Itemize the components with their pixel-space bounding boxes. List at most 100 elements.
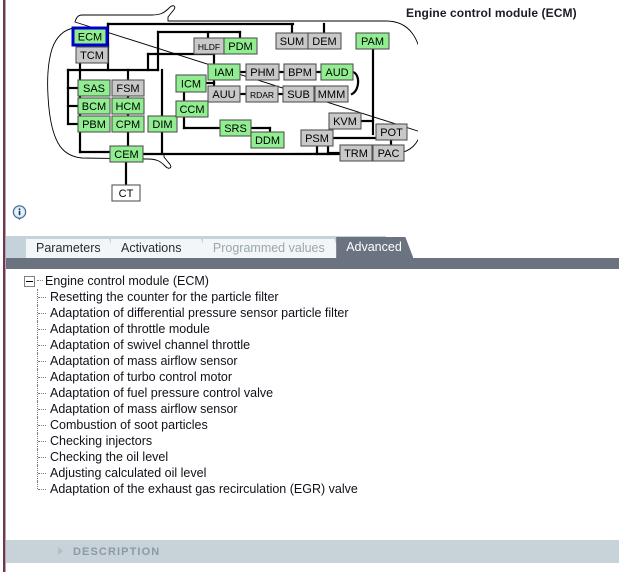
tab-parameters[interactable]: Parameters — [26, 239, 117, 258]
diagram-node-label: AUD — [325, 67, 348, 79]
diagram-node-label: CT — [119, 188, 134, 200]
diagram-node-fsm[interactable]: FSM — [111, 79, 145, 97]
tree-item-label: Adaptation of mass airflow sensor — [50, 402, 238, 416]
diagram-node-label: PSM — [305, 133, 329, 145]
diagram-node-label: DEM — [312, 36, 336, 48]
tree-item-label: Adaptation of differential pressure sens… — [50, 306, 349, 320]
diagram-nodes: ECM TCM SAS FSM BCM HCM PBM CPM DIM CEM CT HLDF PDM S… — [71, 26, 408, 202]
diagram-node-hcm[interactable]: HCM — [111, 97, 145, 115]
diagram-node-phm[interactable]: PHM — [245, 63, 280, 81]
diagram-node-pac[interactable]: PAC — [372, 144, 405, 162]
tab-bar: Parameters Activations Programmed values Ad… — [6, 236, 619, 258]
diagram-node-label: PHM — [250, 67, 274, 79]
diagram-node-label: HCM — [115, 101, 140, 113]
diagram-node-label: DIM — [152, 119, 172, 131]
diagram-node-aud[interactable]: AUD — [320, 63, 354, 81]
page-title: Engine control module (ECM) — [406, 6, 577, 20]
diagram-node-icm[interactable]: ICM — [175, 74, 207, 93]
tree-item[interactable]: Adaptation of the exhaust gas recirculat… — [34, 481, 594, 497]
diagram-node-label: TCM — [80, 50, 104, 62]
info-icon[interactable] — [11, 205, 28, 223]
diagram-node-pdm[interactable]: PDM — [223, 37, 258, 55]
tree-item[interactable]: Resetting the counter for the particle f… — [34, 289, 594, 305]
diagram-node-label: PDM — [228, 41, 252, 53]
tree-item-label: Checking the oil level — [50, 450, 169, 464]
tree-item-label: Adaptation of fuel pressure control valv… — [50, 386, 274, 400]
diagram-node-label: TRM — [344, 148, 368, 160]
diagram-node-label: SAS — [83, 83, 105, 95]
tree-item-label: Adaptation of turbo control motor — [50, 370, 233, 384]
diagram-node-ccm[interactable]: CCM — [175, 100, 209, 118]
diagram-node-cpm[interactable]: CPM — [111, 115, 145, 133]
diagram-node-ct[interactable]: CT — [111, 184, 141, 202]
diagram-node-auu[interactable]: AUU — [207, 85, 241, 103]
diagram-node-label: CCM — [179, 104, 204, 116]
diagram-node-dem[interactable]: DEM — [307, 32, 342, 50]
diagram-node-pam[interactable]: PAM — [355, 32, 390, 50]
diagram-node-srs[interactable]: SRS — [219, 119, 252, 137]
tree-item[interactable]: Checking the oil level — [34, 449, 594, 465]
tree-item[interactable]: Combustion of soot particles — [34, 417, 594, 433]
tree-item-label: Checking injectors — [50, 434, 153, 448]
tab-activations[interactable]: Activations — [111, 239, 209, 258]
tree-item[interactable]: Adaptation of throttle module — [34, 321, 594, 337]
diagram-node-pbm[interactable]: PBM — [77, 115, 111, 133]
diagram-node-label: CPM — [116, 119, 140, 131]
diagram-node-ddm[interactable]: DDM — [250, 131, 285, 149]
diagram-node-dim[interactable]: DIM — [147, 115, 178, 133]
tree-item[interactable]: Adjusting calculated oil level — [34, 465, 594, 481]
expand-arrow-icon[interactable] — [58, 547, 65, 556]
diagram-node-label: IAM — [214, 67, 234, 79]
diagram-node-iam[interactable]: IAM — [207, 63, 241, 81]
tree-item[interactable]: Adaptation of fuel pressure control valv… — [34, 385, 594, 401]
diagram-node-label: PAM — [361, 36, 384, 48]
diagram-node-ecm[interactable]: ECM — [71, 26, 109, 47]
tree-item[interactable]: Adaptation of differential pressure sens… — [34, 305, 594, 321]
diagram-node-rdar[interactable]: RDAR — [245, 85, 279, 103]
tree-root-row[interactable]: Engine control module (ECM) — [24, 273, 209, 289]
diagram-node-sum[interactable]: SUM — [275, 32, 309, 50]
diagram-node-cem[interactable]: CEM — [109, 145, 144, 163]
description-section-header[interactable]: DESCRIPTION — [6, 540, 619, 563]
diagram-node-label: PBM — [82, 119, 106, 131]
tab-programmed-values[interactable]: Programmed values — [203, 239, 342, 258]
diagram-node-label: FSM — [116, 83, 139, 95]
diagram-node-label: BCM — [82, 101, 106, 113]
tree-collapse-toggle-icon[interactable] — [24, 275, 35, 287]
tree-item[interactable]: Checking injectors — [34, 433, 594, 449]
tree-item[interactable]: Adaptation of mass airflow sensor — [34, 401, 594, 417]
tree-item[interactable]: Adaptation of turbo control motor — [34, 369, 594, 385]
tree-item[interactable]: Adaptation of swivel channel throttle — [34, 337, 594, 353]
tree-children-list: Resetting the counter for the particle f… — [34, 289, 594, 497]
diagram-node-pot[interactable]: POT — [375, 123, 408, 141]
diagram-node-label: HLDF — [198, 42, 220, 52]
tree-root-label: Engine control module (ECM) — [45, 274, 209, 288]
description-label: DESCRIPTION — [73, 545, 161, 558]
tree-item-label: Adaptation of swivel channel throttle — [50, 338, 251, 352]
diagram-node-label: RDAR — [250, 90, 274, 100]
diagram-node-label: ECM — [78, 32, 102, 44]
tree-item-label: Adjusting calculated oil level — [50, 466, 207, 480]
tab-advanced[interactable]: Advanced — [336, 237, 413, 258]
diagram-node-tcm[interactable]: TCM — [75, 46, 109, 64]
vehicle-network-diagram[interactable]: ECM TCM SAS FSM BCM HCM PBM CPM DIM CEM CT HLDF PDM S… — [18, 4, 418, 209]
diagram-node-psm[interactable]: PSM — [300, 129, 334, 147]
diagram-node-mmm[interactable]: MMM — [314, 85, 349, 103]
diagram-node-label: BPM — [288, 67, 312, 79]
tree-item-label: Resetting the counter for the particle f… — [50, 290, 279, 304]
diagram-node-label: KVM — [333, 116, 357, 128]
diagram-node-sas[interactable]: SAS — [77, 79, 111, 97]
diagram-node-sub[interactable]: SUB — [282, 85, 315, 103]
tree-item-label: Adaptation of mass airflow sensor — [50, 354, 238, 368]
diagram-node-hldf[interactable]: HLDF — [193, 37, 225, 55]
tree-root-connector — [37, 279, 43, 281]
diagram-node-bcm[interactable]: BCM — [77, 97, 111, 115]
diagram-node-label: ICM — [181, 79, 201, 91]
diagram-node-kvm[interactable]: KVM — [328, 112, 362, 130]
diagram-node-bpm[interactable]: BPM — [283, 63, 317, 81]
tree-item[interactable]: Adaptation of mass airflow sensor — [34, 353, 594, 369]
diagram-node-trm[interactable]: TRM — [339, 144, 373, 162]
network-diagram-region: Engine control module (ECM) ECM TCM SAS … — [0, 0, 619, 202]
procedure-tree-panel: Engine control module (ECM) Resetting th… — [6, 269, 619, 535]
tab-underline-bar — [6, 258, 619, 269]
